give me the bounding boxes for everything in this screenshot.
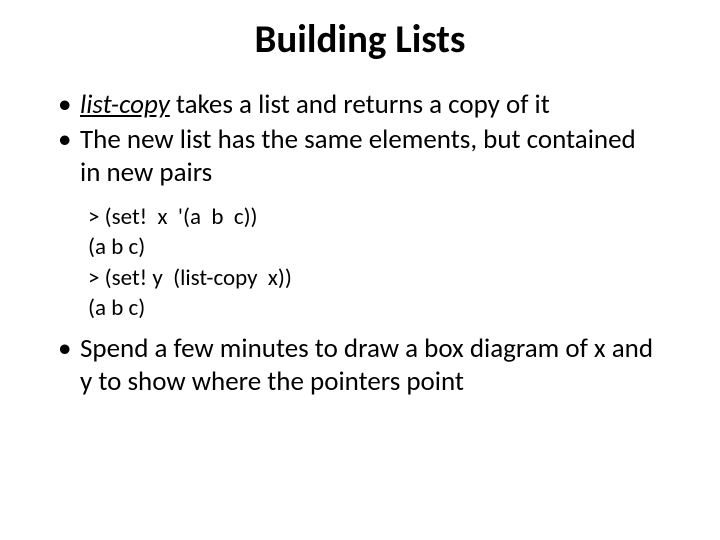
bullet-3: • Spend a few minutes to draw a box diag… bbox=[58, 333, 662, 399]
bullet-2-text: The new list has the same elements, but … bbox=[80, 124, 662, 190]
proc-name-list-copy: list-copy bbox=[80, 88, 170, 121]
bullet-1-text: list-copy takes a list and returns a cop… bbox=[80, 89, 662, 122]
code-line-2: (a b c) bbox=[88, 232, 662, 262]
bullet-dot: • bbox=[58, 124, 80, 190]
bullet-1: • list-copy takes a list and returns a c… bbox=[58, 89, 662, 122]
code-line-3: > (set! y (list-copy x)) bbox=[88, 263, 662, 293]
code-line-4: (a b c) bbox=[88, 293, 662, 323]
bullet-2: • The new list has the same elements, bu… bbox=[58, 124, 662, 190]
code-block: > (set! x '(a b c)) (a b c) > (set! y (l… bbox=[88, 202, 662, 323]
bullet-1-rest: takes a list and returns a copy of it bbox=[170, 88, 550, 121]
bullet-dot: • bbox=[58, 89, 80, 122]
bullet-dot: • bbox=[58, 333, 80, 399]
slide-title: Building Lists bbox=[58, 16, 662, 63]
bullet-3-text: Spend a few minutes to draw a box diagra… bbox=[80, 333, 662, 399]
code-line-1: > (set! x '(a b c)) bbox=[88, 202, 662, 232]
